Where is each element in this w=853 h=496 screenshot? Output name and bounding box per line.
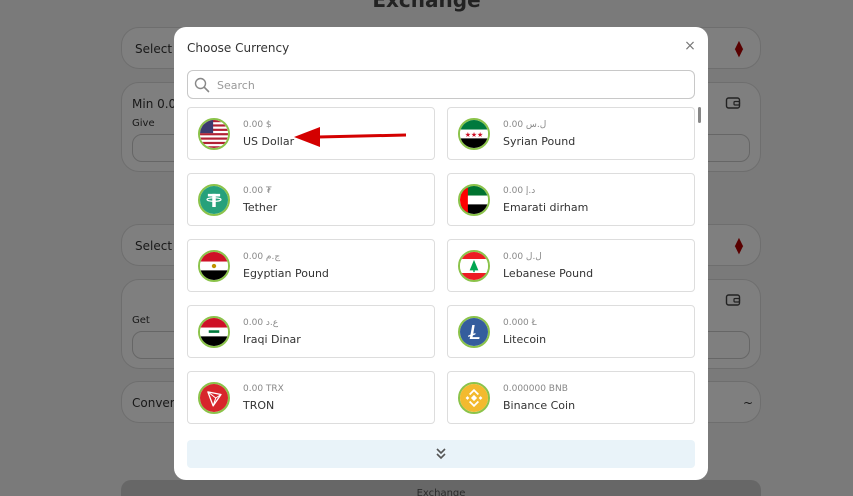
currency-name: Iraqi Dinar [243, 333, 301, 346]
uae-flag-icon [458, 184, 490, 216]
currency-balance: 0.00 TRX [243, 384, 284, 394]
modal-title: Choose Currency [187, 41, 290, 55]
double-chevron-down-icon [436, 448, 446, 460]
currency-card-egyptian-pound[interactable]: 0.00 ج.م Egyptian Pound [187, 239, 435, 292]
litecoin-icon [458, 316, 490, 348]
lebanon-flag-icon [458, 250, 490, 282]
currency-balance: 0.00 $ [243, 120, 272, 130]
currency-name: Binance Coin [503, 399, 576, 412]
us-flag-icon [198, 118, 230, 150]
currency-card-litecoin[interactable]: 0.000 Ł Litecoin [447, 305, 695, 358]
currency-name: Emarati dirham [503, 201, 589, 214]
currency-balance: 0.000000 BNB [503, 384, 568, 394]
currency-name: Egyptian Pound [243, 267, 329, 280]
search-box [187, 70, 695, 99]
tron-icon [198, 382, 230, 414]
currency-card-tron[interactable]: 0.00 TRX TRON [187, 371, 435, 424]
currency-card-tether[interactable]: 0.00 ₮ Tether [187, 173, 435, 226]
tether-icon [198, 184, 230, 216]
syrian-flag-icon: ★ ★ ★ [458, 118, 490, 150]
svg-text:★: ★ [477, 131, 483, 139]
choose-currency-modal: Choose Currency × 0.00 $ US Dollar [174, 27, 708, 480]
currency-balance: 0.000 Ł [503, 318, 537, 328]
currency-balance: 0.00 ج.م [243, 252, 281, 262]
currency-balance: 0.00 د.إ [503, 186, 536, 196]
currency-card-iraqi-dinar[interactable]: 0.00 ع.د Iraqi Dinar [187, 305, 435, 358]
currency-name: Tether [243, 201, 278, 214]
currency-name: TRON [243, 399, 275, 412]
currency-name: Lebanese Pound [503, 267, 594, 280]
list-scrollbar[interactable] [698, 107, 701, 123]
egypt-flag-icon [198, 250, 230, 282]
load-more-button[interactable] [187, 440, 695, 468]
currency-balance: 0.00 ₮ [243, 186, 272, 196]
currency-card-lebanese-pound[interactable]: 0.00 ل.ل Lebanese Pound [447, 239, 695, 292]
currency-card-binance-coin[interactable]: 0.000000 BNB Binance Coin [447, 371, 695, 424]
iraq-flag-icon [198, 316, 230, 348]
currency-name: Syrian Pound [503, 135, 576, 148]
bnb-icon [458, 382, 490, 414]
currency-balance: 0.00 ع.د [243, 318, 279, 328]
search-icon [194, 77, 210, 93]
red-arrow-annotation-icon [294, 127, 407, 147]
currency-name: Litecoin [503, 333, 547, 346]
currency-card-syrian-pound[interactable]: ★ ★ ★ 0.00 ل.س Syrian Pound [447, 107, 695, 160]
search-input[interactable] [217, 75, 687, 95]
currency-balance: 0.00 ل.س [503, 120, 547, 130]
currency-name: US Dollar [243, 135, 295, 148]
currency-list: 0.00 $ US Dollar ★ ★ ★ 0.00 ل.س Syrian P… [187, 107, 695, 425]
currency-card-emarati-dirham[interactable]: 0.00 د.إ Emarati dirham [447, 173, 695, 226]
currency-balance: 0.00 ل.ل [503, 252, 542, 262]
close-icon[interactable]: × [683, 39, 697, 53]
